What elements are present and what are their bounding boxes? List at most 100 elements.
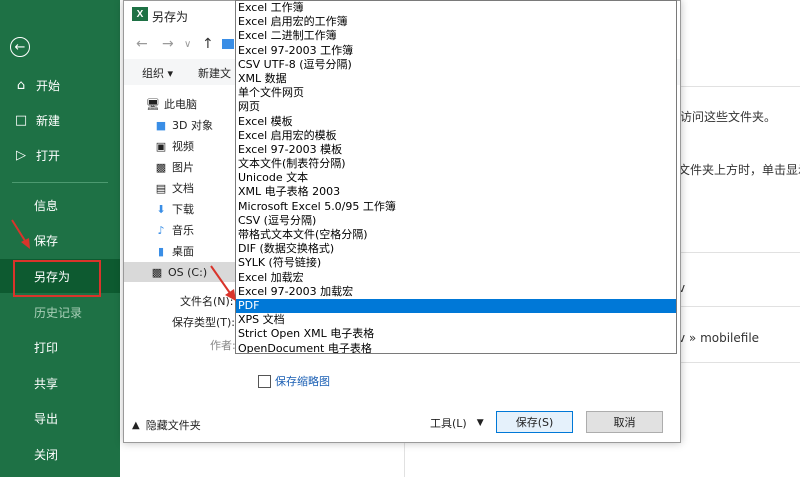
path-text: v » mobilefile (678, 331, 760, 345)
file-type-dropdown-list[interactable]: Excel 工作簿 Excel 启用宏的工作簿 Excel 二进制工作簿 Excel … (235, 0, 677, 354)
backstage-item-new[interactable]: □ 新建 (0, 103, 120, 137)
backstage-item-open[interactable]: ▷ 打开 (0, 138, 120, 172)
file-type-option[interactable]: CSV (逗号分隔) (236, 214, 676, 228)
chevron-down-icon[interactable]: ∨ (184, 39, 191, 50)
file-type-option[interactable]: Unicode 文本 (236, 171, 676, 185)
file-type-option[interactable]: Excel 加载宏 (236, 271, 676, 285)
music-icon: ♪ (157, 223, 165, 237)
checkbox-box[interactable] (258, 374, 271, 388)
file-type-option[interactable]: Strict Open XML 电子表格 (236, 327, 676, 341)
nav-item-label: 桌面 (172, 245, 194, 258)
file-type-option[interactable]: 带格式文本文件(空格分隔) (236, 228, 676, 242)
home-icon: ⌂ (16, 77, 26, 93)
file-type-option[interactable]: 网页 (236, 100, 676, 114)
video-icon: ▣ (155, 139, 167, 153)
file-type-option[interactable]: XPS 文档 (236, 313, 676, 327)
hint-text: 文件夹上方时，单击显示的 (678, 163, 800, 177)
red-arrow-icon (11, 219, 30, 249)
author-label: 作者: (210, 339, 236, 352)
backstage-item-home[interactable]: ⌂ 开始 (0, 68, 120, 102)
file-type-option[interactable]: PDF (236, 298, 676, 314)
file-type-option[interactable]: Excel 启用宏的模板 (236, 129, 676, 143)
new-doc-icon: □ (14, 112, 28, 128)
backstage-item-export[interactable]: 导出 (0, 401, 120, 435)
hint-text: 访问这些文件夹。 (680, 110, 777, 124)
nav-item-label: 音乐 (172, 224, 194, 237)
nav-item-label: 此电脑 (164, 98, 197, 111)
file-type-option[interactable]: XML 数据 (236, 72, 676, 86)
tools-dropdown[interactable]: 工具(L) ▼ (430, 415, 484, 431)
save-button[interactable]: 保存(S) (496, 411, 573, 433)
download-icon: ⬇ (156, 202, 166, 216)
backstage-divider (12, 182, 108, 183)
file-type-option[interactable]: 文本文件(制表符分隔) (236, 157, 676, 171)
backstage-item-label: 历史记录 (34, 305, 83, 320)
red-arrow-icon (210, 265, 236, 301)
backstage-item-share[interactable]: 共享 (0, 366, 120, 400)
nav-item-music[interactable]: ♪ 音乐 (154, 220, 194, 240)
file-type-option[interactable]: Excel 启用宏的工作簿 (236, 15, 676, 29)
desktop-icon: ▮ (157, 244, 165, 258)
file-type-option[interactable]: Microsoft Excel 5.0/95 工作簿 (236, 200, 676, 214)
dialog-title: 另存为 (152, 10, 189, 24)
up-icon[interactable]: ↑ (202, 36, 214, 52)
backstage-item-print[interactable]: 打印 (0, 330, 120, 364)
nav-item-label: 视频 (172, 140, 194, 153)
backstage-item-info[interactable]: 信息 (0, 188, 120, 222)
file-type-option[interactable]: Excel 97-2003 加载宏 (236, 285, 676, 299)
nav-item-3d[interactable]: ■ 3D 对象 (154, 115, 213, 135)
nav-item-desktop[interactable]: ▮ 桌面 (154, 241, 194, 261)
file-type-option[interactable]: Excel 97-2003 模板 (236, 143, 676, 157)
file-type-option[interactable]: Excel 97-2003 工作簿 (236, 44, 676, 58)
file-type-option[interactable]: OpenDocument 电子表格 (236, 342, 676, 354)
nav-item-pictures[interactable]: ▩ 图片 (154, 157, 194, 177)
document-icon: ▤ (155, 181, 167, 195)
image-icon: ▩ (155, 160, 167, 174)
file-type-option[interactable]: 单个文件网页 (236, 86, 676, 100)
back-arrow-icon[interactable]: ← (10, 37, 30, 57)
nav-item-label: OS (C:) (168, 265, 208, 279)
nav-item-label: 3D 对象 (172, 119, 213, 132)
nav-item-downloads[interactable]: ⬇ 下载 (154, 199, 194, 219)
back-icon[interactable]: ← (136, 36, 148, 52)
file-type-option[interactable]: DIF (数据交换格式) (236, 242, 676, 256)
file-type-option[interactable]: CSV UTF-8 (逗号分隔) (236, 58, 676, 72)
save-thumbnail-checkbox[interactable]: 保存缩略图 (258, 373, 330, 389)
nav-item-label: 文档 (172, 182, 194, 195)
file-type-option[interactable]: SYLK (符号链接) (236, 256, 676, 270)
navigation-pane: 🖥 此电脑 ■ 3D 对象 ▣ 视频 ▩ 图片 ▤ 文档 ⬇ 下载 ♪ 音乐 ▮ (124, 89, 236, 284)
backstage-item-label: 打印 (34, 340, 59, 355)
cube-icon: ■ (155, 118, 167, 132)
drive-icon: ▩ (151, 265, 163, 279)
backstage-item-label: 打开 (36, 148, 61, 163)
nav-item-label: 下载 (172, 203, 194, 216)
checkbox-label: 保存缩略图 (275, 375, 330, 388)
folder-icon (222, 39, 234, 49)
backstage-item-label: 开始 (36, 78, 61, 93)
backstage-item-label: 导出 (34, 411, 59, 426)
hide-folders-label: 隐藏文件夹 (145, 419, 201, 432)
backstage-item-label: 新建 (36, 113, 61, 128)
highlight-box (13, 260, 101, 297)
nav-item-documents[interactable]: ▤ 文档 (154, 178, 194, 198)
file-type-option[interactable]: Excel 二进制工作簿 (236, 29, 676, 43)
divider (404, 443, 405, 477)
nav-item-this-pc[interactable]: 🖥 此电脑 (146, 94, 197, 114)
organize-button[interactable]: 组织 ▾ (142, 65, 173, 81)
file-type-option[interactable]: Excel 模板 (236, 115, 676, 129)
cancel-button[interactable]: 取消 (586, 411, 663, 433)
filetype-label: 保存类型(T): (172, 316, 236, 329)
nav-item-videos[interactable]: ▣ 视频 (154, 136, 194, 156)
tools-label: 工具(L) (430, 417, 467, 430)
backstage-item-history[interactable]: 历史记录 (0, 295, 120, 329)
nav-item-label: 图片 (172, 161, 194, 174)
backstage-item-label: 信息 (34, 198, 59, 213)
backstage-item-close[interactable]: 关闭 (0, 437, 120, 471)
computer-icon: 🖥 (146, 97, 160, 111)
excel-icon: X (132, 7, 148, 21)
hide-folders-toggle[interactable]: ▲ 隐藏文件夹 (132, 417, 201, 433)
file-type-option[interactable]: XML 电子表格 2003 (236, 185, 676, 199)
file-type-option[interactable]: Excel 工作簿 (236, 1, 676, 15)
forward-icon[interactable]: → (162, 36, 174, 52)
new-folder-button[interactable]: 新建文 (198, 65, 231, 81)
